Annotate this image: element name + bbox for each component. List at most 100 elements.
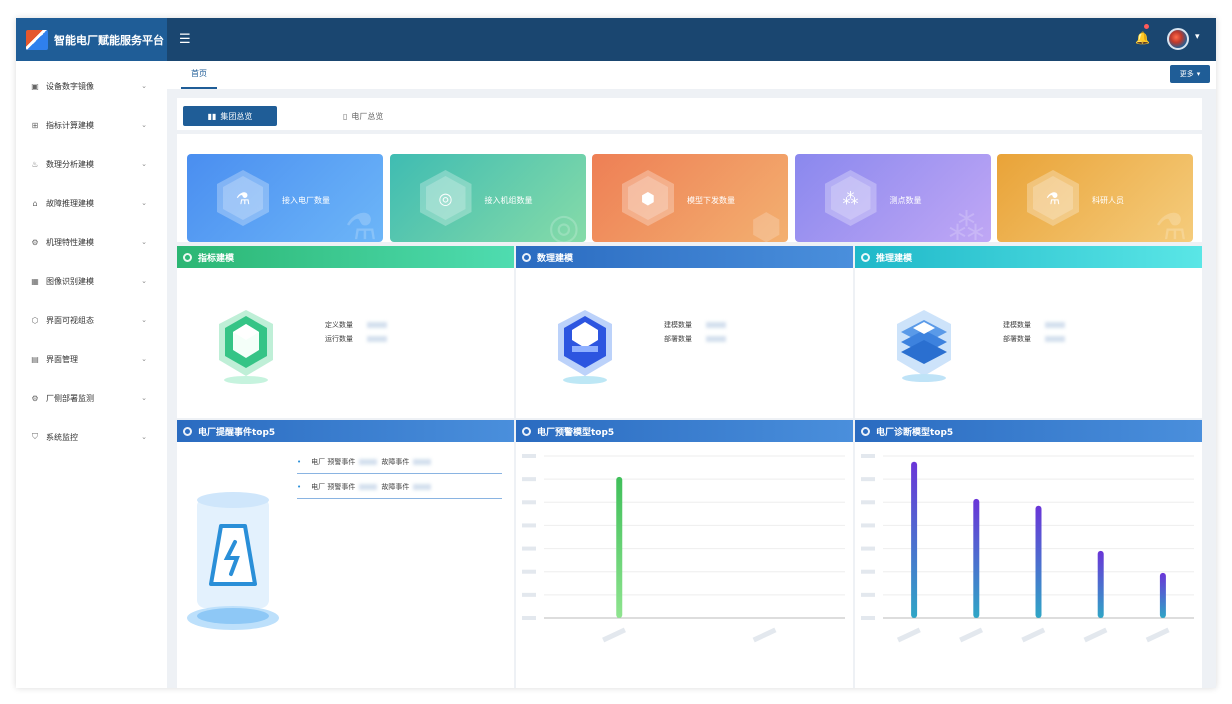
y-tick-label — [522, 477, 536, 482]
sidebar-item[interactable]: ⬡ 界面可视组态 ⌄ — [16, 310, 167, 330]
main-content: ▮▮ 集团总览 ▯ 电厂总览 ⚗ 接入电厂数量 ⚗ ◎ 接入机组数量 ◎ ⬢ 模型下发数量 ⬢ ⁂… — [176, 98, 1202, 688]
notification-dot — [1144, 24, 1149, 29]
radiation-icon: ◎ — [425, 176, 466, 220]
bar — [1097, 550, 1104, 618]
circle-icon — [183, 252, 192, 262]
y-tick-label — [861, 592, 875, 597]
sidebar-item-label: 故障推理建模 — [46, 198, 94, 208]
x-tick-label — [1145, 627, 1170, 643]
stat-card[interactable]: ⁂ 测点数量 ⁂ — [794, 154, 991, 242]
sidebar-item-label: 图像识别建模 — [46, 276, 94, 286]
top-header: ☰ 🔔 ▾ — [167, 18, 1216, 61]
sidebar-item[interactable]: ⛉ 系统监控 ⌄ — [16, 427, 167, 447]
sidebar-item-label: 厂侧部署监测 — [46, 393, 94, 403]
app-title: 智能电厂赋能服务平台 — [54, 33, 164, 47]
y-tick-label — [522, 569, 536, 574]
tab-group-overview[interactable]: ▮▮ 集团总览 — [183, 106, 277, 126]
x-tick-label — [959, 627, 984, 643]
stat-card[interactable]: ⚗ 接入电厂数量 ⚗ — [187, 154, 383, 242]
sidebar-item[interactable]: ▦ 图像识别建模 ⌄ — [16, 271, 167, 291]
sidebar-item-label: 界面管理 — [46, 354, 78, 364]
calculator-icon: ⊞ — [31, 120, 39, 130]
sidebar-item[interactable]: ▣ 设备数字镜像 ⌄ — [16, 76, 167, 96]
stat-label: 科研人员 — [1092, 196, 1124, 205]
bar — [911, 461, 918, 618]
nodes-icon: ⁂ — [830, 176, 871, 220]
tab-bar: 首页 更多 ▾ — [167, 61, 1216, 89]
chevron-down-icon: ⌄ — [141, 394, 147, 402]
chevron-down-icon: ⌄ — [141, 238, 147, 246]
y-tick-label — [522, 546, 536, 551]
hex-frame: ◎ — [419, 170, 472, 226]
stat-card[interactable]: ⬢ 模型下发数量 ⬢ — [592, 154, 788, 242]
chevron-down-icon[interactable]: ▾ — [1195, 32, 1200, 42]
building-icon: ▯ — [343, 111, 348, 121]
sidebar-item[interactable]: ♨ 数理分析建模 ⌄ — [16, 154, 167, 174]
x-tick-label — [1083, 627, 1108, 643]
circle-icon — [183, 426, 192, 436]
panel-title: 推理建模 — [876, 253, 913, 264]
stat-card[interactable]: ◎ 接入机组数量 ◎ — [389, 154, 586, 242]
panel-warning-top5: 电厂预警模型top5 — [516, 420, 853, 688]
kv-label: 运行数量 — [325, 335, 353, 343]
fault-icon: ⌂ — [32, 198, 38, 208]
blue-cube-icon — [558, 310, 612, 384]
event-row: • 电厂 预警事件 故障事件 — [297, 475, 502, 499]
panel-inference-modeling: 推理建模 建模数量 部署数量 — [855, 246, 1202, 418]
sidebar-item[interactable]: ▤ 界面管理 ⌄ — [16, 349, 167, 369]
chevron-down-icon: ▾ — [1196, 70, 1201, 78]
hex-frame: ⬢ — [622, 170, 674, 226]
stat-label: 测点数量 — [889, 196, 922, 205]
sidebar-item[interactable]: ⊞ 指标计算建模 ⌄ — [16, 115, 167, 135]
panel-plant-events: 电厂提醒事件top5 • 电厂 预警事件 故障事件 • 电厂 预警事件 故障事件 — [177, 420, 514, 688]
tab-home[interactable]: 首页 — [181, 61, 217, 89]
stat-card[interactable]: ⚗ 科研人员 ⚗ — [997, 154, 1193, 242]
flask-icon: ⚗ — [223, 176, 263, 220]
cube-icon: ⬢ — [628, 176, 668, 220]
y-tick-label — [522, 616, 536, 620]
circle-icon — [522, 426, 531, 436]
bell-icon[interactable]: 🔔 — [1135, 31, 1150, 45]
kv-label: 部署数量 — [1003, 335, 1031, 343]
sidebar-item-label: 系统监控 — [46, 432, 78, 442]
y-tick-label — [861, 477, 875, 482]
y-tick-label — [861, 546, 875, 551]
sidebar-item[interactable]: ⌂ 故障推理建模 ⌄ — [16, 193, 167, 213]
event-fault-label: 故障事件 — [381, 457, 410, 466]
layout-icon: ▤ — [31, 354, 39, 364]
y-tick-label — [861, 500, 875, 505]
y-tick-label — [522, 500, 536, 505]
bar — [616, 476, 623, 618]
tab-plant-overview[interactable]: ▯ 电厂总览 — [343, 106, 423, 126]
decor-icon: ⁂ — [948, 207, 985, 242]
event-row: • 电厂 预警事件 故障事件 — [297, 450, 502, 474]
kv-deploy-count: 部署数量 — [664, 334, 726, 344]
more-button[interactable]: 更多 ▾ — [1170, 65, 1210, 83]
menu-collapse-icon[interactable]: ☰ — [179, 32, 191, 47]
event-plant: 电厂 — [311, 457, 326, 466]
beaker-icon: ⚗ — [1033, 176, 1073, 220]
sidebar-item[interactable]: ⚙ 机理特性建模 ⌄ — [16, 232, 167, 252]
y-tick-label — [861, 454, 875, 458]
chevron-down-icon: ⌄ — [141, 160, 147, 168]
panel-title: 电厂预警模型top5 — [537, 427, 615, 438]
chevron-down-icon: ⌄ — [141, 277, 147, 285]
mechanism-icon: ⚙ — [31, 237, 39, 247]
warning-chart — [522, 454, 845, 643]
panel-index-modeling: 指标建模 定义数量 运行数量 — [177, 246, 514, 418]
circle-icon — [522, 252, 531, 262]
shield-check-icon: ⛉ — [32, 432, 38, 441]
panel-header: 指标建模 — [177, 246, 514, 268]
kv-label: 建模数量 — [664, 321, 692, 329]
bar-chart-icon: ▮▮ — [207, 111, 217, 121]
sidebar-item[interactable]: ⚙ 厂侧部署监测 ⌄ — [16, 388, 167, 408]
x-tick-label — [896, 627, 921, 643]
kv-build-count: 建模数量 — [1003, 320, 1065, 330]
shield-icon: ⬡ — [31, 315, 39, 325]
y-tick-label — [522, 523, 536, 528]
circle-icon — [861, 252, 870, 262]
bar — [1159, 572, 1166, 618]
sidebar-item-label: 数理分析建模 — [46, 159, 94, 169]
event-warn-label: 预警事件 — [327, 482, 356, 491]
avatar[interactable] — [1167, 28, 1189, 50]
